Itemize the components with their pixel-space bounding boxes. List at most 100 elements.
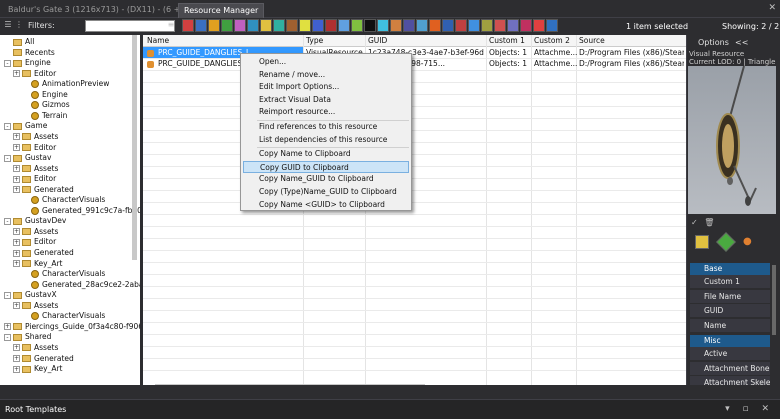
expand-toggle-icon[interactable]: +	[13, 260, 20, 268]
tree-item[interactable]: - Gustav	[4, 153, 51, 164]
check-icon[interactable]: ✓	[691, 218, 698, 227]
table-cell-custom1[interactable]: Objects: 1	[489, 48, 532, 57]
tree-item[interactable]: + Editor	[13, 237, 56, 248]
expand-toggle-icon[interactable]: +	[13, 365, 20, 373]
type-filter-icon[interactable]	[403, 19, 415, 32]
tab-close-icon[interactable]: ✕	[768, 3, 776, 13]
column-header[interactable]: GUID	[368, 36, 387, 45]
type-filter-icon[interactable]	[299, 19, 311, 32]
type-filter-icon[interactable]	[468, 19, 480, 32]
context-menu-item[interactable]: List dependencies of this resource	[243, 134, 409, 146]
property-section-header[interactable]: Misc	[690, 335, 770, 347]
tree-item[interactable]: Generated_991c9c7a-fb80-4	[22, 206, 140, 217]
type-filter-icon[interactable]	[364, 19, 376, 32]
table-cell-source[interactable]: D:/Program Files (x86)/Steam/st	[579, 48, 684, 57]
table-cell-custom2[interactable]: Attachme...	[534, 59, 577, 68]
expand-toggle-icon[interactable]: +	[13, 165, 20, 173]
options-label[interactable]: Options	[698, 38, 729, 47]
context-menu-item[interactable]: Copy Name to Clipboard	[243, 148, 409, 160]
context-menu-item[interactable]: Copy GUID to Clipboard	[243, 160, 409, 173]
expand-toggle-icon[interactable]: +	[13, 238, 20, 246]
column-header[interactable]: Source	[579, 36, 605, 45]
property-row[interactable]: Attachment Bone	[690, 361, 770, 376]
tree-item[interactable]: + Assets	[13, 227, 58, 238]
type-filter-icon[interactable]	[494, 19, 506, 32]
type-filter-icon[interactable]	[221, 19, 233, 32]
tree-item[interactable]: Gizmos	[22, 100, 70, 111]
type-filter-icon[interactable]	[325, 19, 337, 32]
collapse-panel-icon[interactable]: <<	[735, 38, 748, 47]
tree-item[interactable]: + Editor	[13, 143, 56, 154]
table-cell-custom1[interactable]: Objects: 1	[489, 59, 532, 68]
type-filter-icon[interactable]	[507, 19, 519, 32]
tree-item[interactable]: - GustavX	[4, 290, 57, 301]
tree-item[interactable]: Generated_28ac9ce2-2aba-8	[22, 280, 140, 291]
tree-item[interactable]: + Assets	[13, 301, 58, 312]
properties-scrollbar[interactable]	[772, 265, 776, 335]
context-menu-item[interactable]: Copy Name_GUID to Clipboard	[243, 173, 409, 185]
tree-item[interactable]: All	[4, 37, 34, 48]
type-filter-icon[interactable]	[247, 19, 259, 32]
type-filter-icon[interactable]	[234, 19, 246, 32]
type-filter-icon[interactable]	[273, 19, 285, 32]
tree-item[interactable]: + Assets	[13, 343, 58, 354]
type-filter-icon[interactable]	[260, 19, 272, 32]
type-filter-icon[interactable]	[182, 19, 194, 32]
expand-toggle-icon[interactable]: +	[13, 70, 20, 78]
context-menu-item[interactable]: Reimport resource...	[243, 106, 409, 118]
expand-toggle-icon[interactable]: -	[4, 122, 11, 130]
expand-toggle-icon[interactable]: +	[13, 302, 20, 310]
expand-toggle-icon[interactable]: +	[13, 228, 20, 236]
type-filter-icon[interactable]	[312, 19, 324, 32]
context-menu-item[interactable]: Copy Name <GUID> to Clipboard	[243, 199, 409, 211]
type-filter-icon[interactable]	[520, 19, 532, 32]
type-filter-icon[interactable]	[533, 19, 545, 32]
type-filter-icon[interactable]	[546, 19, 558, 32]
column-header[interactable]: Custom 2	[534, 36, 570, 45]
type-filter-icon[interactable]	[442, 19, 454, 32]
trash-icon[interactable]: 🗑	[704, 218, 714, 227]
table-cell-source[interactable]: D:/Program Files (x86)/Steam/st	[579, 59, 684, 68]
expand-toggle-icon[interactable]: +	[4, 323, 11, 331]
expand-toggle-icon[interactable]: +	[13, 186, 20, 194]
column-header[interactable]: Name	[147, 36, 169, 45]
filter-menu-icon[interactable]: ⋮	[14, 20, 24, 31]
property-section-header[interactable]: Base	[690, 263, 770, 275]
tree-item[interactable]: + Generated	[13, 248, 74, 259]
tree-item[interactable]: AnimationPreview	[22, 79, 109, 90]
context-menu-item[interactable]: Extract Visual Data	[243, 94, 409, 106]
expand-toggle-icon[interactable]: -	[4, 154, 11, 162]
3d-viewport[interactable]	[688, 66, 776, 214]
filter-sort-icon[interactable]: ≡	[166, 20, 176, 31]
context-menu-item[interactable]: Open...	[243, 56, 409, 68]
type-filter-icon[interactable]	[455, 19, 467, 32]
tree-item[interactable]: Terrain	[22, 111, 67, 122]
context-menu-item[interactable]: Rename / move...	[243, 69, 409, 81]
tree-item[interactable]: - Shared	[4, 332, 51, 343]
pencil-icon[interactable]	[716, 232, 736, 252]
tree-item[interactable]: + Key_Art	[13, 364, 63, 375]
context-menu-item[interactable]: Edit Import Options...	[243, 81, 409, 93]
property-row[interactable]: Active	[690, 347, 770, 361]
property-row[interactable]: Name	[690, 318, 770, 333]
type-filter-icon[interactable]	[208, 19, 220, 32]
context-menu-item[interactable]: Copy (Type)Name_GUID to Clipboard	[243, 186, 409, 198]
property-row[interactable]: Custom 1	[690, 275, 770, 289]
expand-toggle-icon[interactable]: +	[13, 344, 20, 352]
type-filter-icon[interactable]	[390, 19, 402, 32]
tree-item[interactable]: + Assets	[13, 164, 58, 175]
type-filter-icon[interactable]	[377, 19, 389, 32]
list-view-icon[interactable]: ☰	[3, 20, 13, 31]
tree-item[interactable]: - GustavDev	[4, 216, 66, 227]
tree-item[interactable]: - Engine	[4, 58, 51, 69]
tree-item[interactable]: - Game	[4, 121, 47, 132]
panel-window-controls[interactable]: ▾ ▫ ✕	[725, 404, 774, 414]
gear-icon[interactable]: ●	[743, 235, 757, 249]
tab-resource-manager[interactable]: Resource Manager	[178, 3, 265, 18]
tree-item[interactable]: + Generated	[13, 185, 74, 196]
column-header[interactable]: Type	[306, 36, 323, 45]
filters-input[interactable]	[85, 20, 175, 32]
expand-toggle-icon[interactable]: +	[13, 133, 20, 141]
expand-toggle-icon[interactable]: +	[13, 249, 20, 257]
type-filter-icon[interactable]	[351, 19, 363, 32]
